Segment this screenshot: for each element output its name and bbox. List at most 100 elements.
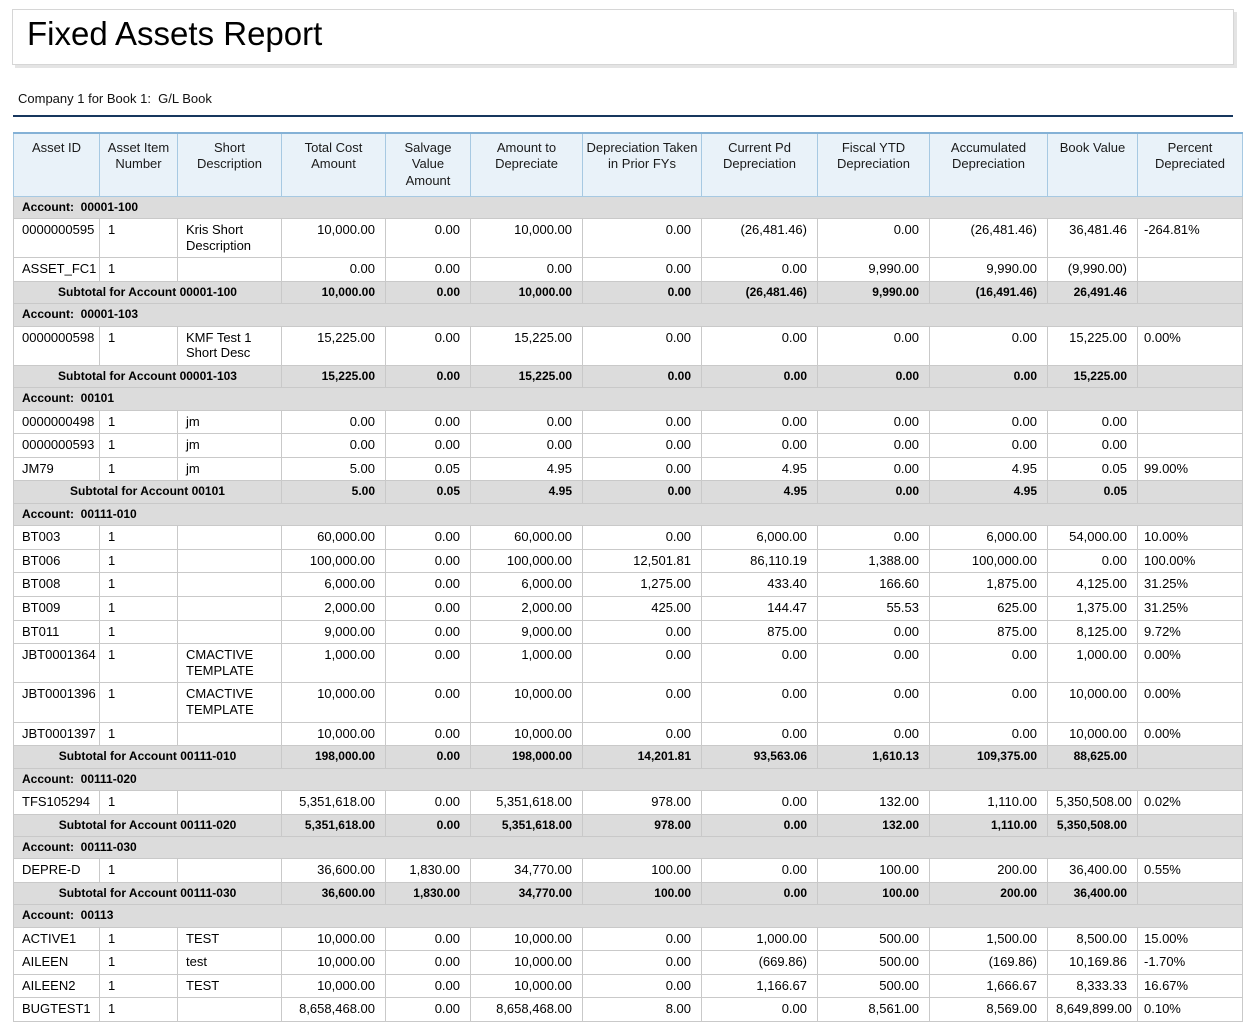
subtotal-amount-cell: 0.00 xyxy=(386,814,471,836)
subtotal-amount-cell: 5,351,618.00 xyxy=(282,814,386,836)
subtotal-label-cell: Subtotal for Account 00111-030 xyxy=(14,882,282,904)
subtotal-percent-cell xyxy=(1138,365,1243,387)
amount-cell: 0.00 xyxy=(386,927,471,951)
amount-cell: 0.00 xyxy=(1048,434,1138,458)
percent-cell xyxy=(1138,410,1243,434)
item-number-cell: 1 xyxy=(100,790,178,814)
amount-cell: 425.00 xyxy=(583,597,702,621)
amount-cell: 0.00 xyxy=(583,526,702,550)
amount-cell: 1,000.00 xyxy=(282,644,386,683)
subtotal-amount-cell: 36,400.00 xyxy=(1048,882,1138,904)
amount-cell: 9,990.00 xyxy=(930,258,1048,282)
report-title-box: Fixed Assets Report xyxy=(12,9,1234,65)
short-description-cell xyxy=(178,597,282,621)
page-title: Fixed Assets Report xyxy=(27,15,1219,53)
asset-id-cell: 0000000498 xyxy=(14,410,100,434)
percent-cell: 0.00% xyxy=(1138,644,1243,683)
amount-cell: 0.00 xyxy=(471,258,583,282)
item-number-cell: 1 xyxy=(100,597,178,621)
amount-cell: 0.00 xyxy=(471,434,583,458)
subtotal-row: Subtotal for Account 00111-03036,600.001… xyxy=(14,882,1243,904)
table-row: BT00816,000.000.006,000.001,275.00433.40… xyxy=(14,573,1243,597)
amount-cell: 100.00 xyxy=(818,859,930,883)
amount-cell: 0.00 xyxy=(818,620,930,644)
subtotal-amount-cell: 14,201.81 xyxy=(583,746,702,768)
percent-cell: 100.00% xyxy=(1138,549,1243,573)
amount-cell: 875.00 xyxy=(930,620,1048,644)
item-number-cell: 1 xyxy=(100,457,178,481)
amount-cell: 0.05 xyxy=(1048,457,1138,481)
amount-cell: 10,000.00 xyxy=(471,927,583,951)
amount-cell: 0.00 xyxy=(386,573,471,597)
amount-cell: 34,770.00 xyxy=(471,859,583,883)
amount-cell: 200.00 xyxy=(930,859,1048,883)
subtotal-amount-cell: 0.00 xyxy=(818,481,930,503)
table-row: 00000004981jm0.000.000.000.000.000.000.0… xyxy=(14,410,1243,434)
subtotal-amount-cell: 5,350,508.00 xyxy=(1048,814,1138,836)
amount-cell: 0.00 xyxy=(386,722,471,746)
asset-id-cell: JBT0001397 xyxy=(14,722,100,746)
amount-cell: 0.00 xyxy=(386,790,471,814)
amount-cell: 0.05 xyxy=(386,457,471,481)
amount-cell: 36,600.00 xyxy=(282,859,386,883)
asset-id-cell: JBT0001396 xyxy=(14,683,100,722)
short-description-cell: test xyxy=(178,951,282,975)
column-header: Salvage Value Amount xyxy=(386,133,471,196)
amount-cell: 1,666.67 xyxy=(930,974,1048,998)
column-header: Asset Item Number xyxy=(100,133,178,196)
account-group-header: Account: 00111-030 xyxy=(14,836,1243,858)
account-group-row: Account: 00111-010 xyxy=(14,503,1243,525)
amount-cell: 6,000.00 xyxy=(282,573,386,597)
account-group-row: Account: 00113 xyxy=(14,905,1243,927)
asset-id-cell: ASSET_FC1 xyxy=(14,258,100,282)
subtotal-amount-cell: 5,351,618.00 xyxy=(471,814,583,836)
amount-cell: 500.00 xyxy=(818,927,930,951)
amount-cell: 100,000.00 xyxy=(471,549,583,573)
subtotal-percent-cell xyxy=(1138,814,1243,836)
subtotal-amount-cell: 1,830.00 xyxy=(386,882,471,904)
percent-cell xyxy=(1138,258,1243,282)
amount-cell: (669.86) xyxy=(702,951,818,975)
amount-cell: 132.00 xyxy=(818,790,930,814)
amount-cell: 0.00 xyxy=(818,326,930,365)
amount-cell: 144.47 xyxy=(702,597,818,621)
table-row: BT0061100,000.000.00100,000.0012,501.818… xyxy=(14,549,1243,573)
column-header: Accumulated Depreciation xyxy=(930,133,1048,196)
subtotal-amount-cell: 34,770.00 xyxy=(471,882,583,904)
amount-cell: 10,169.86 xyxy=(1048,951,1138,975)
subtotal-amount-cell: 0.00 xyxy=(386,365,471,387)
amount-cell: 0.00 xyxy=(583,258,702,282)
amount-cell: 0.00 xyxy=(930,644,1048,683)
amount-cell: 0.00 xyxy=(583,620,702,644)
subtotal-amount-cell: 88,625.00 xyxy=(1048,746,1138,768)
subtotal-amount-cell: 15,225.00 xyxy=(471,365,583,387)
short-description-cell: Kris Short Description xyxy=(178,219,282,258)
short-description-cell: jm xyxy=(178,457,282,481)
amount-cell: 0.00 xyxy=(930,434,1048,458)
company-book-line: Company 1 for Book 1: G/L Book xyxy=(18,91,1228,106)
subtotal-amount-cell: 26,491.46 xyxy=(1048,281,1138,303)
amount-cell: 0.00 xyxy=(930,722,1048,746)
asset-id-cell: TFS105294 xyxy=(14,790,100,814)
column-header: Asset ID xyxy=(14,133,100,196)
amount-cell: 0.00 xyxy=(702,644,818,683)
amount-cell: 0.00 xyxy=(583,219,702,258)
asset-id-cell: BUGTEST1 xyxy=(14,998,100,1022)
amount-cell: 0.00 xyxy=(702,790,818,814)
amount-cell: 1,110.00 xyxy=(930,790,1048,814)
amount-cell: 0.00 xyxy=(818,434,930,458)
subtotal-amount-cell: 0.00 xyxy=(386,281,471,303)
amount-cell: 1,830.00 xyxy=(386,859,471,883)
amount-cell: 5,350,508.00 xyxy=(1048,790,1138,814)
subtotal-amount-cell: 5.00 xyxy=(282,481,386,503)
subtotal-amount-cell: 4.95 xyxy=(471,481,583,503)
item-number-cell: 1 xyxy=(100,573,178,597)
amount-cell: 0.00 xyxy=(583,434,702,458)
subtotal-amount-cell: 0.05 xyxy=(386,481,471,503)
table-row: JM791jm5.000.054.950.004.950.004.950.059… xyxy=(14,457,1243,481)
amount-cell: 10,000.00 xyxy=(1048,683,1138,722)
asset-id-cell: JBT0001364 xyxy=(14,644,100,683)
percent-cell: 15.00% xyxy=(1138,927,1243,951)
amount-cell: 0.00 xyxy=(818,410,930,434)
amount-cell: 166.60 xyxy=(818,573,930,597)
